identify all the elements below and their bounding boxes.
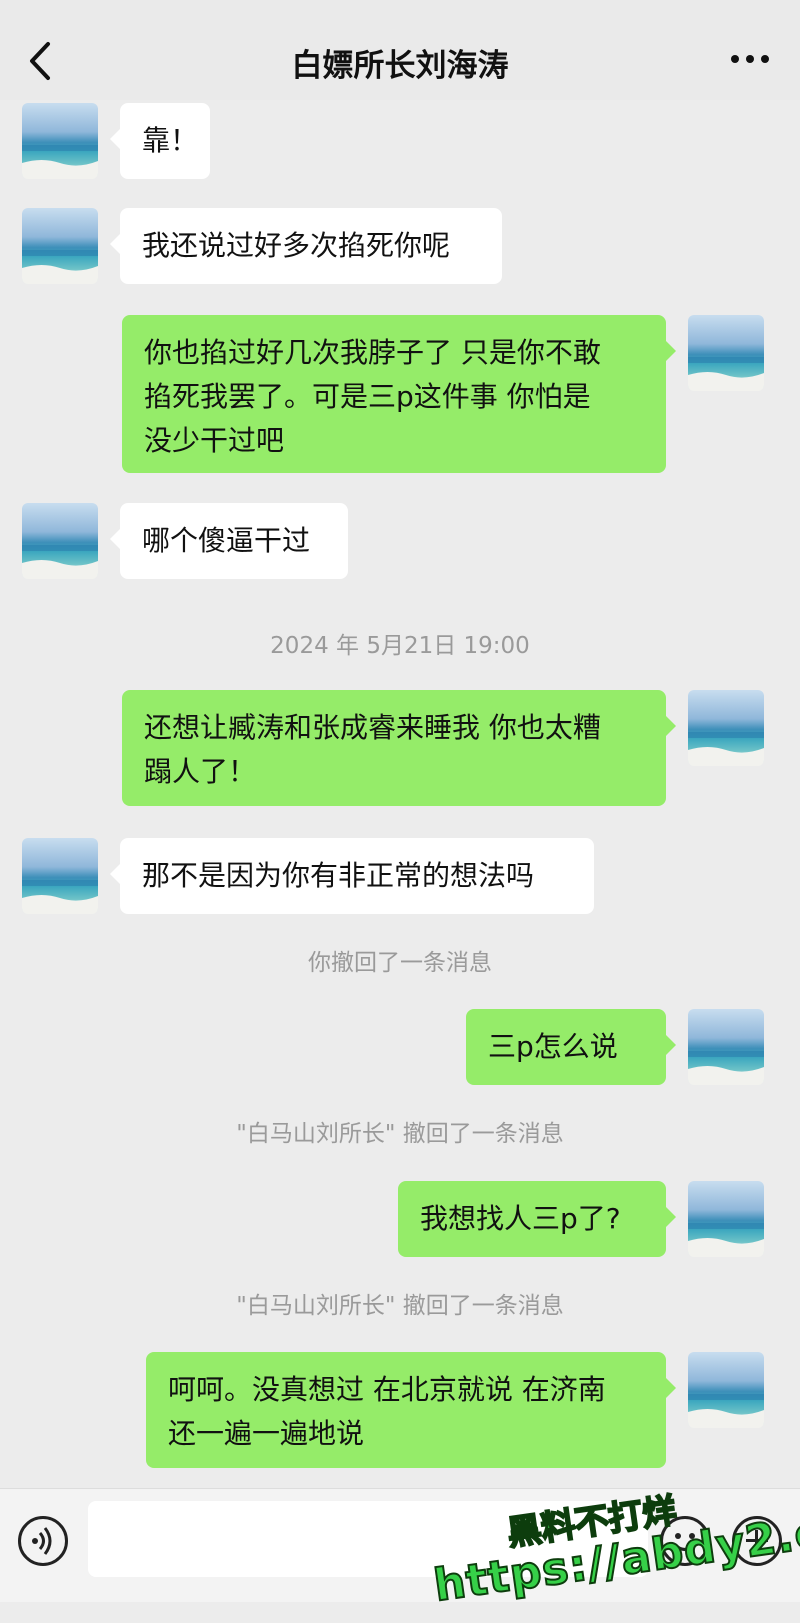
message-bubble-incoming[interactable]: 哪个傻逼干过 (110, 503, 348, 579)
recall-notice: "白马山刘所长" 撤回了一条消息 (236, 1293, 564, 1319)
message-bubble-incoming[interactable]: 我还说过好多次掐死你呢 (110, 208, 502, 284)
message-bubble-outgoing[interactable]: 我想找人三p了? (398, 1181, 676, 1257)
recall-notice: 你撤回了一条消息 (308, 950, 492, 976)
avatar[interactable] (688, 1009, 764, 1085)
avatar[interactable] (22, 208, 98, 284)
avatar[interactable] (688, 1181, 764, 1257)
message-bubble-incoming[interactable]: 那不是因为你有非正常的想法吗 (110, 838, 594, 914)
avatar[interactable] (22, 503, 98, 579)
avatar[interactable] (22, 103, 98, 179)
voice-icon[interactable] (18, 1516, 68, 1566)
avatar[interactable] (688, 1352, 764, 1428)
message-bubble-outgoing[interactable]: 还想让臧涛和张成睿来睡我 你也太糟 蹋人了！ (122, 690, 676, 806)
message-bubble-incoming[interactable]: 靠！ (110, 103, 210, 179)
message-bubble-outgoing[interactable]: 呵呵。没真想过 在北京就说 在济南 还一遍一遍地说 (146, 1352, 676, 1468)
avatar[interactable] (688, 690, 764, 766)
message-bubble-outgoing[interactable]: 三p怎么说 (466, 1009, 676, 1085)
chat-title: 白嫖所长刘海涛 (291, 48, 509, 84)
recall-notice: "白马山刘所长" 撤回了一条消息 (236, 1121, 564, 1147)
chat-header: 白嫖所长刘海涛 (0, 0, 800, 100)
avatar[interactable] (688, 315, 764, 391)
timestamp: 2024 年 5月21日 19:00 (270, 633, 530, 659)
more-dots-icon[interactable] (728, 44, 772, 74)
message-bubble-outgoing[interactable]: 你也掐过好几次我脖子了 只是你不敢 掐死我罢了。可是三p这件事 你怕是 没少干过… (122, 315, 676, 473)
avatar[interactable] (22, 838, 98, 914)
